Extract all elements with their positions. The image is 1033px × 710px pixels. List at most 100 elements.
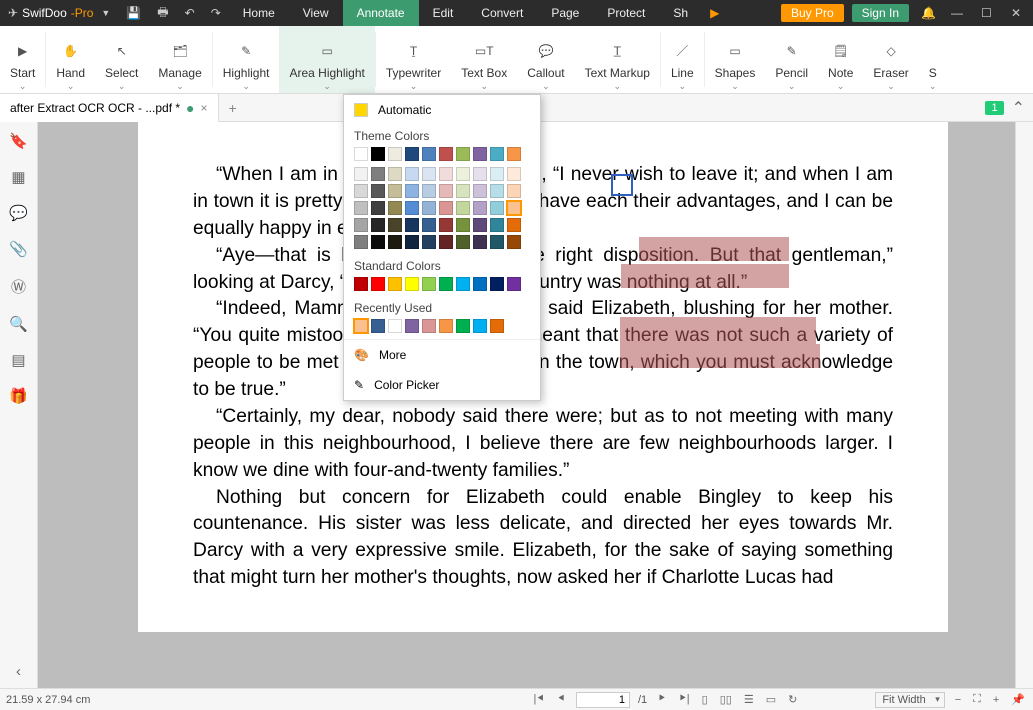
color-swatch[interactable] <box>439 235 453 249</box>
color-swatch[interactable] <box>439 167 453 181</box>
maximize-button[interactable]: ☐ <box>973 0 1003 26</box>
color-swatch[interactable] <box>371 235 385 249</box>
menu-overflow-icon[interactable]: ▶ <box>702 0 727 26</box>
color-swatch[interactable] <box>439 277 453 291</box>
menu-sh[interactable]: Sh <box>659 0 702 26</box>
buy-pro-button[interactable]: Buy Pro <box>781 4 844 22</box>
ribbon-s[interactable]: S⌄ <box>919 26 947 93</box>
color-swatch[interactable] <box>354 167 368 181</box>
page-number-input[interactable] <box>576 692 630 708</box>
color-swatch[interactable] <box>507 235 521 249</box>
color-swatch[interactable] <box>388 277 402 291</box>
color-swatch[interactable] <box>371 201 385 215</box>
fullscreen-icon[interactable]: ⛶ <box>971 693 983 706</box>
color-swatch[interactable] <box>456 184 470 198</box>
color-swatch[interactable] <box>422 319 436 333</box>
color-swatch[interactable] <box>490 218 504 232</box>
ribbon-select[interactable]: ↖Select⌄ <box>95 26 148 93</box>
color-swatch[interactable] <box>388 218 402 232</box>
ribbon-line[interactable]: ／Line⌄ <box>661 26 704 93</box>
color-swatch[interactable] <box>490 184 504 198</box>
ribbon-shapes[interactable]: ▭Shapes⌄ <box>705 26 766 93</box>
color-swatch[interactable] <box>405 277 419 291</box>
color-swatch[interactable] <box>371 319 385 333</box>
bookmark-icon[interactable]: 🔖 <box>9 132 28 150</box>
color-swatch[interactable] <box>473 147 487 161</box>
color-swatch[interactable] <box>388 147 402 161</box>
menu-page[interactable]: Page <box>537 0 593 26</box>
last-page-button[interactable]: ⯈| <box>676 693 692 706</box>
ribbon-eraser[interactable]: ◇Eraser⌄ <box>863 26 918 93</box>
sign-in-button[interactable]: Sign In <box>852 4 909 22</box>
menu-annotate[interactable]: Annotate <box>343 0 419 26</box>
color-swatch[interactable] <box>473 184 487 198</box>
two-page-view-icon[interactable]: ▯▯ <box>718 693 734 706</box>
attachments-icon[interactable]: 📎 <box>9 240 28 258</box>
color-swatch[interactable] <box>354 319 368 333</box>
color-swatch[interactable] <box>405 201 419 215</box>
color-swatch[interactable] <box>473 277 487 291</box>
zoom-in-button[interactable]: + <box>991 694 1001 706</box>
right-scrollbar[interactable] <box>1015 122 1033 688</box>
color-swatch[interactable] <box>354 201 368 215</box>
search-icon[interactable]: 🔍 <box>9 315 28 333</box>
menu-edit[interactable]: Edit <box>419 0 468 26</box>
color-swatch[interactable] <box>405 235 419 249</box>
color-swatch[interactable] <box>388 235 402 249</box>
color-swatch[interactable] <box>507 218 521 232</box>
color-swatch[interactable] <box>422 184 436 198</box>
color-swatch[interactable] <box>354 147 368 161</box>
color-swatch[interactable] <box>439 218 453 232</box>
undo-button[interactable]: ↶ <box>177 0 203 26</box>
ribbon-note[interactable]: 🗒Note⌄ <box>818 26 863 93</box>
color-swatch[interactable] <box>473 218 487 232</box>
color-swatch[interactable] <box>371 277 385 291</box>
color-swatch[interactable] <box>371 147 385 161</box>
color-swatch[interactable] <box>473 235 487 249</box>
color-picker-item[interactable]: ✎ Color Picker <box>344 370 540 400</box>
color-swatch[interactable] <box>422 235 436 249</box>
save-button[interactable]: 💾 <box>118 0 149 26</box>
color-swatch[interactable] <box>507 184 521 198</box>
ribbon-text-markup[interactable]: T̲Text Markup⌄ <box>575 26 660 93</box>
single-page-view-icon[interactable]: ▯ <box>700 693 710 706</box>
print-button[interactable]: 🖶 <box>149 0 176 26</box>
color-swatch[interactable] <box>439 147 453 161</box>
collapse-ribbon-icon[interactable]: ⌃ <box>1012 98 1025 118</box>
ribbon-start[interactable]: ▶Start⌄ <box>0 26 45 93</box>
color-swatch[interactable] <box>507 167 521 181</box>
continuous-view-icon[interactable]: ☰ <box>742 693 756 706</box>
chevron-down-icon[interactable]: ▼ <box>101 8 110 18</box>
color-swatch[interactable] <box>405 147 419 161</box>
menu-home[interactable]: Home <box>229 0 289 26</box>
ribbon-highlight[interactable]: ✎Highlight⌄ <box>213 26 280 93</box>
color-swatch[interactable] <box>456 235 470 249</box>
color-swatch[interactable] <box>371 167 385 181</box>
color-swatch[interactable] <box>490 201 504 215</box>
add-tab-button[interactable]: + <box>219 100 247 116</box>
menu-view[interactable]: View <box>289 0 343 26</box>
color-swatch[interactable] <box>473 319 487 333</box>
color-swatch[interactable] <box>371 218 385 232</box>
zoom-select[interactable]: Fit Width <box>875 692 944 708</box>
ribbon-pencil[interactable]: ✎Pencil⌄ <box>765 26 818 93</box>
color-swatch[interactable] <box>422 218 436 232</box>
color-swatch[interactable] <box>388 201 402 215</box>
minimize-button[interactable]: — <box>943 0 973 26</box>
color-swatch[interactable] <box>507 277 521 291</box>
layers-icon[interactable]: ▤ <box>11 351 25 369</box>
color-swatch[interactable] <box>354 235 368 249</box>
color-swatch[interactable] <box>422 201 436 215</box>
selection-box[interactable] <box>611 174 633 196</box>
ribbon-area-highlight[interactable]: ▭Area Highlight⌄ <box>279 26 374 93</box>
color-swatch[interactable] <box>439 201 453 215</box>
color-swatch[interactable] <box>439 319 453 333</box>
gift-icon[interactable]: 🎁 <box>9 387 28 405</box>
pin-icon[interactable]: 📌 <box>1009 693 1027 706</box>
color-swatch[interactable] <box>473 167 487 181</box>
thumbnails-icon[interactable]: ▦ <box>11 168 25 186</box>
ribbon-typewriter[interactable]: ṮTypewriter⌄ <box>376 26 451 93</box>
color-swatch[interactable] <box>490 319 504 333</box>
color-swatch[interactable] <box>507 147 521 161</box>
ribbon-callout[interactable]: 💬Callout⌄ <box>517 26 574 93</box>
